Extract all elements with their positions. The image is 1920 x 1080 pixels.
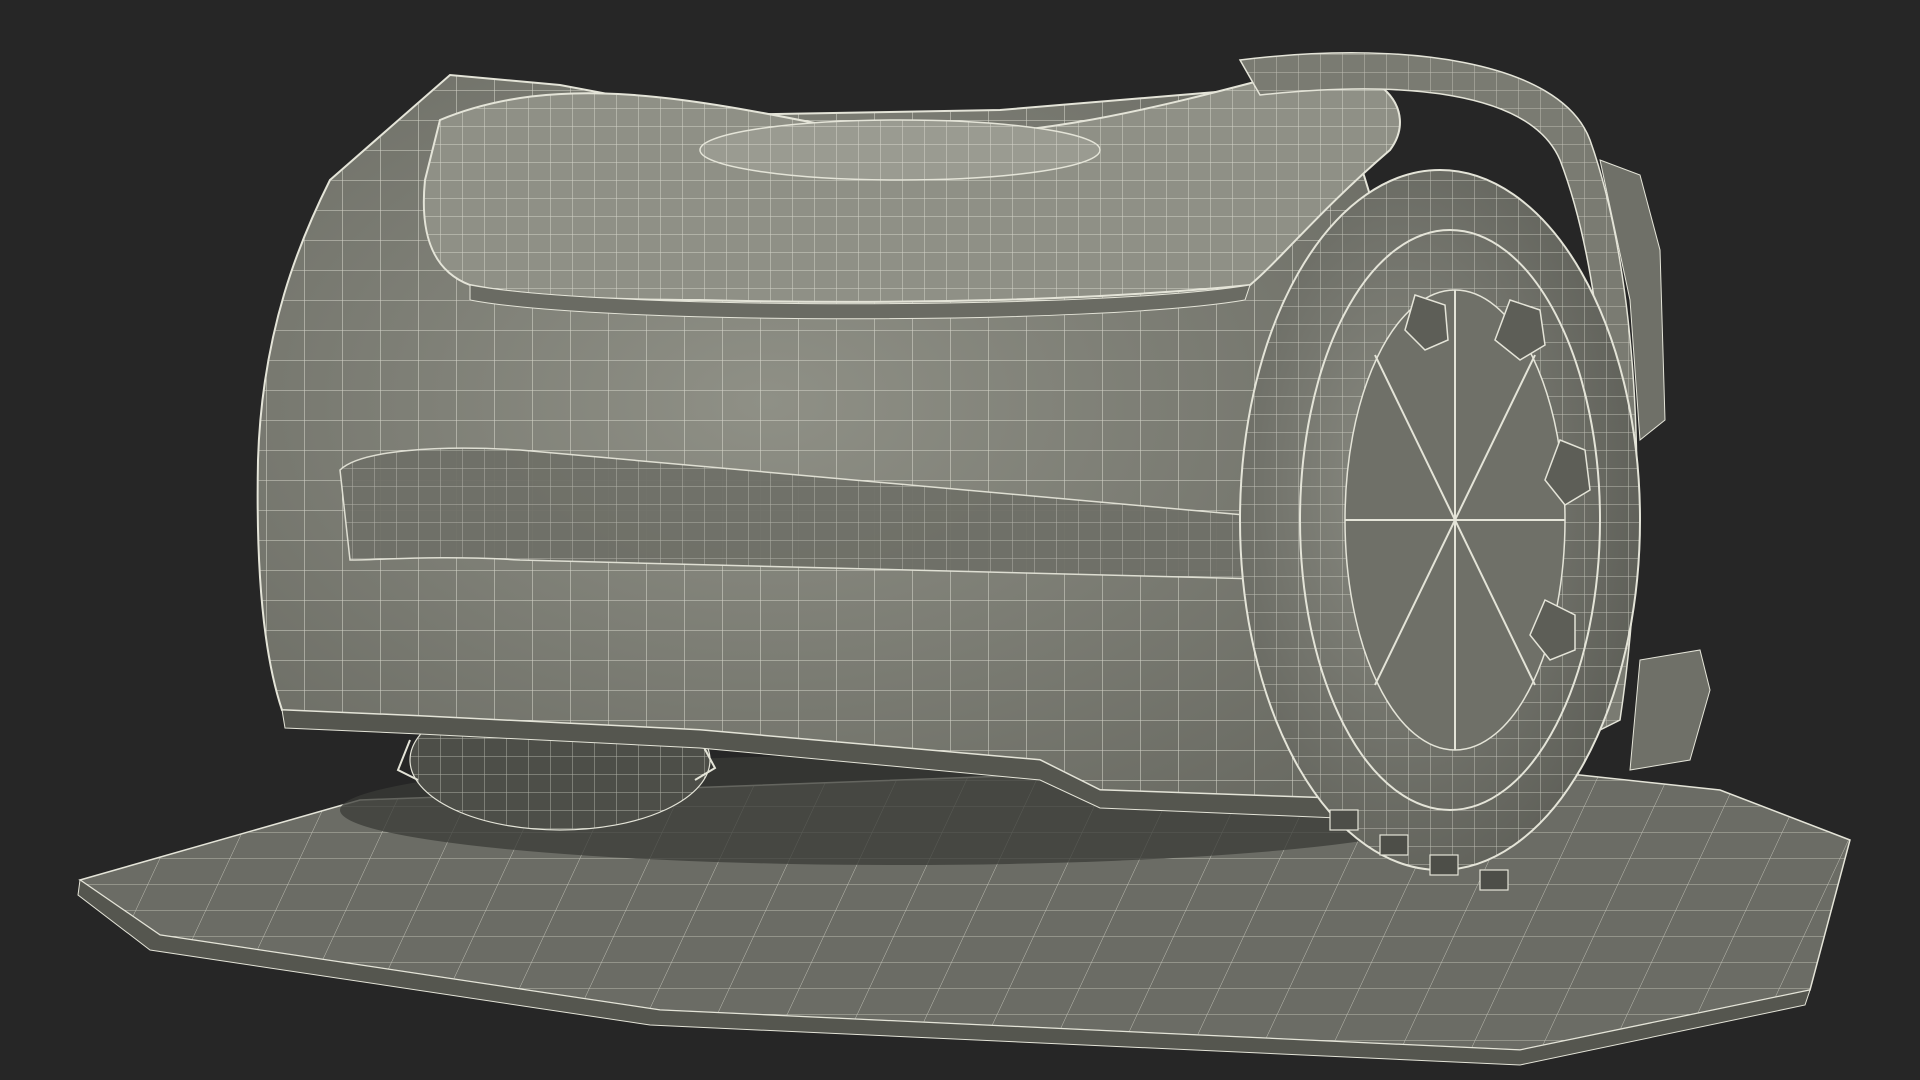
wireframe-render <box>77 52 1851 1066</box>
mower-lid <box>422 67 1401 320</box>
